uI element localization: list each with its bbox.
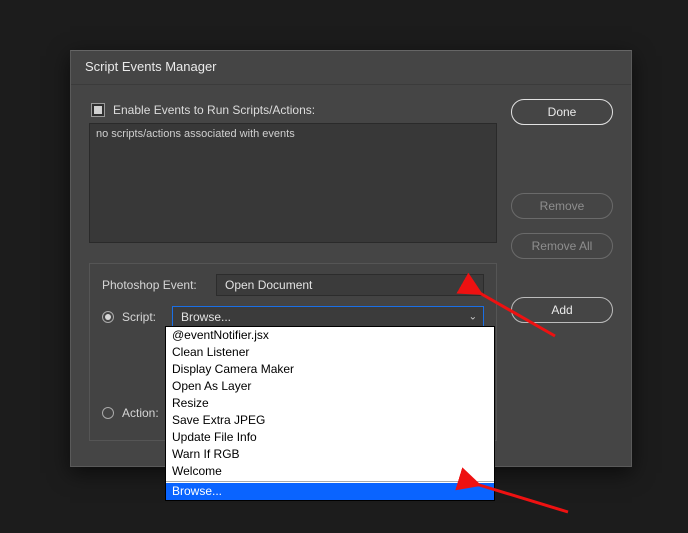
done-button[interactable]: Done <box>511 99 613 125</box>
script-dropdown-list[interactable]: @eventNotifier.jsxClean ListenerDisplay … <box>165 326 495 501</box>
dropdown-item[interactable]: Update File Info <box>166 429 494 446</box>
annotation-arrow <box>470 478 580 523</box>
script-dropdown[interactable]: Browse... ⌄ <box>172 306 484 328</box>
dropdown-item[interactable]: Clean Listener <box>166 344 494 361</box>
annotation-arrow <box>470 288 570 353</box>
dropdown-item-browse[interactable]: Browse... <box>166 483 494 500</box>
dropdown-item[interactable]: Open As Layer <box>166 378 494 395</box>
action-label: Action: <box>122 406 164 420</box>
dropdown-item[interactable]: Welcome <box>166 463 494 480</box>
action-radio[interactable] <box>102 407 114 419</box>
dropdown-item[interactable]: Warn If RGB <box>166 446 494 463</box>
remove-button[interactable]: Remove <box>511 193 613 219</box>
remove-all-button[interactable]: Remove All <box>511 233 613 259</box>
script-radio[interactable] <box>102 311 114 323</box>
enable-events-checkbox[interactable] <box>91 103 105 117</box>
script-label: Script: <box>122 310 164 324</box>
events-list-box[interactable]: no scripts/actions associated with event… <box>89 123 497 243</box>
dropdown-item[interactable]: @eventNotifier.jsx <box>166 327 494 344</box>
dropdown-separator <box>166 481 494 482</box>
dropdown-item[interactable]: Resize <box>166 395 494 412</box>
dropdown-item[interactable]: Save Extra JPEG <box>166 412 494 429</box>
dialog-title: Script Events Manager <box>71 51 631 85</box>
events-list-placeholder: no scripts/actions associated with event… <box>96 128 295 140</box>
enable-events-label: Enable Events to Run Scripts/Actions: <box>113 103 315 117</box>
event-label: Photoshop Event: <box>102 278 206 292</box>
photoshop-event-dropdown[interactable]: Open Document ⌄ <box>216 274 484 296</box>
script-value: Browse... <box>181 310 231 324</box>
photoshop-event-value: Open Document <box>225 278 312 292</box>
dropdown-item[interactable]: Display Camera Maker <box>166 361 494 378</box>
